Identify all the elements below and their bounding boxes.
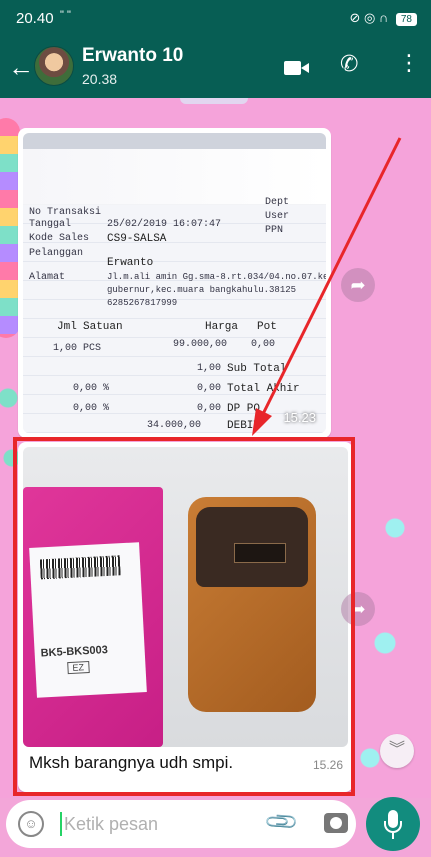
receipt-image[interactable]: No Transaksi Tanggal 25/02/2019 16:07:47… <box>23 133 326 433</box>
highlight-box <box>13 437 355 796</box>
receipt-label: Kode Sales <box>29 233 90 244</box>
receipt-value: 25/02/2019 16:07:47 <box>107 219 222 230</box>
mic-button[interactable] <box>366 797 420 851</box>
chat-header: ← Erwanto 10 20.38 ✆ ⋮ <box>0 38 431 98</box>
receipt-summary-value: 1,00 <box>197 363 222 374</box>
avatar[interactable] <box>34 46 74 86</box>
menu-icon[interactable]: ⋮ <box>398 50 420 76</box>
video-call-icon[interactable] <box>284 59 310 77</box>
receipt-value: Erwanto <box>107 257 154 269</box>
signal-icon: " " <box>60 9 71 21</box>
receipt-value: Jl.m.ali amin Gg.sma-8.rt.034/04.no.07.k… <box>107 272 326 282</box>
receipt-side-label: PPN <box>265 225 284 236</box>
status-bar: 20.40 " " ⊘ ◎ ∩ 78 <box>0 0 431 38</box>
battery-icon: 78 <box>395 13 417 26</box>
receipt-label: Alamat <box>29 272 66 283</box>
receipt-col-header: Jml <box>57 321 77 333</box>
receipt-item-price: 99.000,00 <box>173 339 228 350</box>
contact-name[interactable]: Erwanto 10 <box>82 45 183 67</box>
receipt-value: CS9-SALSA <box>107 233 167 245</box>
scroll-down-button[interactable]: ︾ <box>380 734 414 768</box>
receipt-summary-label: Sub Total <box>227 363 287 375</box>
contact-status: 20.38 <box>82 71 118 87</box>
emoji-icon[interactable]: ☺ <box>18 811 44 837</box>
receipt-value: gubernur,kec.muara bangkahulu.38125 <box>107 285 297 295</box>
receipt-summary-value: 0,00 <box>197 383 222 394</box>
receipt-summary-label: Total Akhir <box>227 383 300 395</box>
text-cursor <box>60 812 62 836</box>
back-arrow-icon[interactable]: ← <box>8 52 34 83</box>
status-indicators: ⊘ ◎ ∩ <box>349 10 389 25</box>
receipt-side-label: User <box>265 211 290 222</box>
status-time: 20.40 <box>16 10 54 27</box>
chat-area[interactable]: No Transaksi Tanggal 25/02/2019 16:07:47… <box>0 98 431 798</box>
receipt-col-header: Harga <box>205 321 239 333</box>
receipt-summary-label: DEBIT <box>227 420 261 432</box>
camera-icon[interactable] <box>324 813 348 833</box>
receipt-side-label: Dept <box>265 197 290 208</box>
wallpaper-candy <box>0 118 20 338</box>
message-bubble-image-receipt[interactable]: No Transaksi Tanggal 25/02/2019 16:07:47… <box>18 128 331 438</box>
receipt-col-header: Satuan <box>83 321 123 333</box>
attach-icon[interactable]: 📎 <box>263 803 301 841</box>
receipt-label: Pelanggan <box>29 248 84 259</box>
receipt-summary-value: 34.000,00 <box>147 420 202 431</box>
status-icons: ⊘ ◎ ∩ 78 <box>349 10 417 26</box>
message-input[interactable] <box>64 810 254 838</box>
receipt-summary-value: 0,00 % <box>73 403 110 414</box>
receipt-summary-label: DP PO <box>227 403 261 415</box>
forward-icon[interactable]: ➦ <box>341 268 375 302</box>
message-input-bar: ☺ 📎 <box>6 800 356 848</box>
receipt-label: Tanggal <box>29 219 72 230</box>
message-time: 15.23 <box>283 410 316 425</box>
phone-icon[interactable]: ✆ <box>340 51 358 77</box>
receipt-label: No Transaksi <box>29 207 102 218</box>
receipt-summary-value: 0,00 <box>197 403 222 414</box>
date-chip <box>180 98 248 104</box>
receipt-col-header: Pot <box>257 321 277 333</box>
receipt-value: 6285267817999 <box>107 298 178 308</box>
receipt-item-pot: 0,00 <box>251 339 276 350</box>
receipt-summary-value: 0,00 % <box>73 383 110 394</box>
receipt-header <box>23 149 326 204</box>
receipt-item-qty: 1,00 PCS <box>53 343 102 354</box>
